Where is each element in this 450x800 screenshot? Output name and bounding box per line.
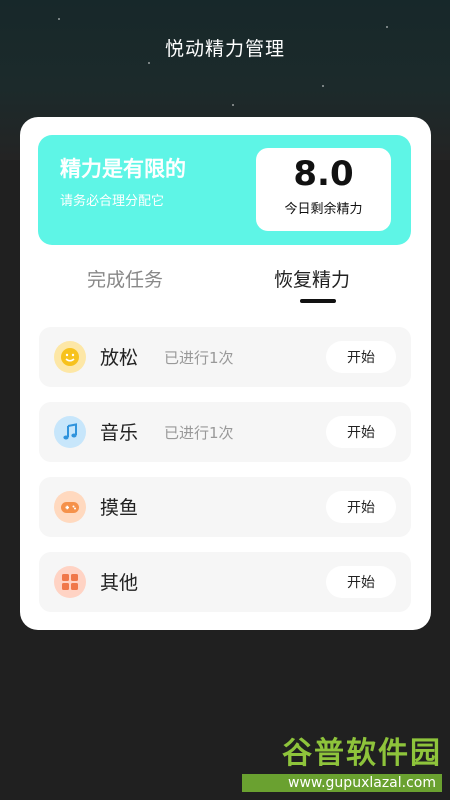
energy-subtitle: 请务必合理分配它 xyxy=(60,194,165,209)
tab-restore-energy[interactable]: 恢复精力 xyxy=(274,265,350,292)
activity-name: 音乐 xyxy=(100,422,139,444)
smile-icon xyxy=(54,341,86,373)
activity-status: 已进行1次 xyxy=(164,424,234,442)
remaining-energy-box: 8.0 今日剩余精力 xyxy=(256,148,391,231)
watermark-logo: 谷普软件园 xyxy=(282,736,442,771)
tab-complete-tasks[interactable]: 完成任务 xyxy=(87,265,163,292)
activity-item-slack-off[interactable]: 摸鱼 开始 xyxy=(39,477,411,537)
star-dot xyxy=(232,104,234,106)
remaining-energy-label: 今日剩余精力 xyxy=(284,202,363,217)
activity-item-music[interactable]: 音乐 已进行1次 开始 xyxy=(39,402,411,462)
page-title: 悦动精力管理 xyxy=(164,38,285,60)
energy-banner: 精力是有限的 请务必合理分配它 8.0 今日剩余精力 xyxy=(38,135,411,245)
start-button-music[interactable]: 开始 xyxy=(326,416,396,448)
active-tab-indicator xyxy=(300,299,336,303)
watermark: 谷普软件园 www.gupuxlazal.com xyxy=(242,728,442,794)
activity-name: 摸鱼 xyxy=(100,497,139,519)
watermark-url: www.gupuxlazal.com xyxy=(242,774,442,792)
start-button-relax[interactable]: 开始 xyxy=(326,341,396,373)
grid-icon xyxy=(54,566,86,598)
music-note-icon xyxy=(54,416,86,448)
star-dot xyxy=(58,18,60,20)
start-button-slack-off[interactable]: 开始 xyxy=(326,491,396,523)
main-card: 精力是有限的 请务必合理分配它 8.0 今日剩余精力 完成任务 恢复精力 放松 … xyxy=(20,117,431,630)
activity-status: 已进行1次 xyxy=(164,349,234,367)
activity-name: 其他 xyxy=(100,572,139,594)
gamepad-icon xyxy=(54,491,86,523)
tab-bar: 完成任务 恢复精力 xyxy=(20,265,431,305)
star-dot xyxy=(148,62,150,64)
activity-name: 放松 xyxy=(100,347,139,369)
start-button-other[interactable]: 开始 xyxy=(326,566,396,598)
activity-item-relax[interactable]: 放松 已进行1次 开始 xyxy=(39,327,411,387)
star-dot xyxy=(322,85,324,87)
remaining-energy-value: 8.0 xyxy=(293,154,354,194)
star-dot xyxy=(386,26,388,28)
activity-item-other[interactable]: 其他 开始 xyxy=(39,552,411,612)
energy-headline: 精力是有限的 xyxy=(60,157,186,181)
